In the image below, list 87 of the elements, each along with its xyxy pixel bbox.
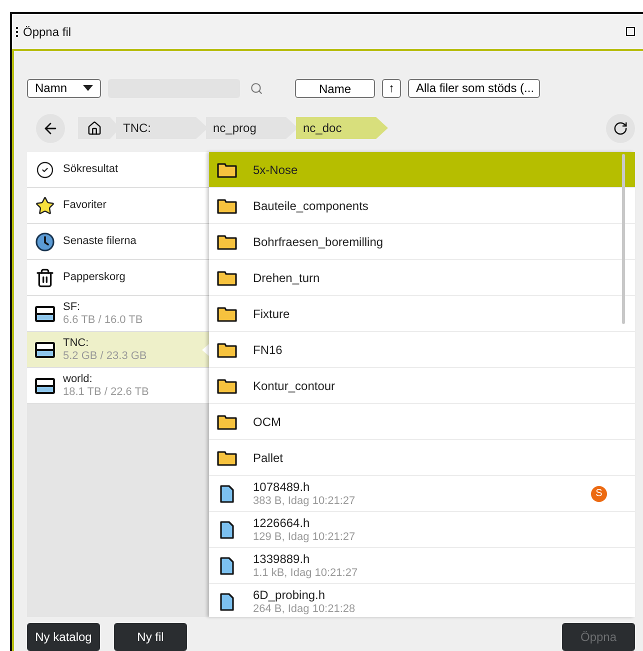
folder-row[interactable]: 5x-Nose (209, 152, 635, 187)
folder-name: OCM (253, 414, 281, 430)
folder-name: Pallet (253, 450, 284, 466)
sidebar-item[interactable]: Sökresultat (27, 152, 209, 188)
sidebar-item[interactable]: Papperskorg (27, 260, 209, 296)
breadcrumb-segment[interactable]: TNC: (116, 117, 208, 139)
folder-name: Bohrfraesen_boremilling (253, 234, 384, 250)
folder-row[interactable]: Kontur_contour (209, 368, 635, 403)
folder-icon (217, 378, 237, 394)
file-details: 383 B, Idag 10:21:27 (253, 494, 356, 508)
sidebar-item[interactable]: Favoriter (27, 188, 209, 224)
window-title: Öppna fil (23, 24, 72, 40)
file-row[interactable]: 1078489.h 383 B, Idag 10:21:27 S (209, 476, 635, 511)
sidebar-label: Favoriter (63, 198, 106, 214)
folder-name: Fixture (253, 306, 290, 322)
folder-name: Kontur_contour (253, 378, 336, 394)
drive-name: TNC: (63, 336, 90, 350)
sidebar-item[interactable]: SF: 6.6 TB / 16.0 TB (27, 296, 209, 332)
file-icon (220, 484, 234, 502)
folder-icon (217, 162, 237, 178)
refresh-icon (613, 120, 628, 136)
star-icon (35, 194, 55, 216)
folder-icon (217, 306, 237, 322)
folder-icon (217, 270, 237, 286)
folder-name: Drehen_turn (253, 270, 320, 286)
folder-icon (217, 342, 237, 358)
sidebar-item[interactable]: Senaste filerna (27, 224, 209, 260)
folder-row[interactable]: Drehen_turn (209, 260, 635, 295)
folder-row[interactable]: FN16 (209, 332, 635, 367)
drive-icon (35, 306, 55, 322)
file-name: 1226664.h (253, 516, 311, 530)
sort-field-dropdown[interactable]: Namn (27, 78, 101, 98)
file-name: 1078489.h (253, 480, 311, 494)
refresh-button[interactable] (606, 114, 635, 142)
sort-direction-button[interactable]: ↑ (382, 78, 401, 98)
folder-row[interactable]: Bohrfraesen_boremilling (209, 224, 635, 259)
folder-row[interactable]: Fixture (209, 296, 635, 331)
folder-icon (217, 414, 237, 430)
file-icon (220, 520, 234, 538)
back-button[interactable] (36, 114, 65, 142)
folder-icon (217, 450, 237, 466)
breadcrumb-segment[interactable]: nc_prog (206, 117, 298, 139)
drive-name: SF: (63, 300, 82, 314)
file-details: 264 B, Idag 10:21:28 (253, 602, 356, 616)
search-icon[interactable] (250, 82, 263, 94)
action-button[interactable]: Ny katalog (27, 623, 100, 651)
folder-row[interactable]: Bauteile_components (209, 188, 635, 223)
trash-icon (35, 268, 55, 288)
file-name: 1339889.h (253, 552, 311, 566)
file-details: 129 B, Idag 10:21:27 (253, 530, 356, 544)
file-name: 6D_probing.h (253, 588, 326, 602)
file-filter-dropdown[interactable]: Alla filer som stöds (... (408, 78, 540, 98)
drive-name: world: (63, 372, 94, 386)
drive-icon (35, 342, 55, 358)
folder-name: Bauteile_components (253, 198, 368, 214)
drive-usage: 6.6 TB / 16.0 TB (63, 314, 143, 326)
home-icon (87, 120, 102, 136)
sidebar-item[interactable]: TNC: 5.2 GB / 23.3 GB (27, 332, 209, 368)
scrollbar-thumb[interactable] (622, 154, 625, 324)
folder-name: 5x-Nose (253, 162, 298, 178)
sidebar-label: Senaste filerna (63, 234, 136, 250)
drive-icon (35, 378, 55, 394)
drive-usage: 18.1 TB / 22.6 TB (63, 386, 149, 398)
maximize-icon[interactable] (626, 27, 635, 36)
action-button[interactable]: Ny fil (114, 623, 187, 651)
file-row[interactable]: 1339889.h 1.1 kB, Idag 10:21:27 (209, 548, 635, 583)
sidebar-item[interactable]: world: 18.1 TB / 22.6 TB (27, 368, 209, 404)
drag-handle-icon[interactable] (14, 26, 20, 36)
folder-name: FN16 (253, 342, 282, 358)
status-badge: S (591, 486, 607, 502)
folder-row[interactable]: Pallet (209, 440, 635, 475)
caret-icon (83, 85, 93, 91)
file-details: 1.1 kB, Idag 10:21:27 (253, 566, 358, 580)
clock-icon (35, 232, 55, 252)
folder-row[interactable]: OCM (209, 404, 635, 439)
file-icon (220, 556, 234, 574)
file-row[interactable]: 1226664.h 129 B, Idag 10:21:27 (209, 512, 635, 547)
drive-usage: 5.2 GB / 23.3 GB (63, 350, 147, 362)
sort-button[interactable]: Name (295, 78, 375, 98)
folder-icon (217, 234, 237, 250)
folder-icon (217, 198, 237, 214)
sidebar-label: Sökresultat (63, 162, 118, 178)
file-row[interactable]: 6D_probing.h 264 B, Idag 10:21:28 (209, 584, 635, 617)
file-icon (220, 592, 234, 610)
check-circle-icon (36, 160, 54, 178)
sidebar-label: Papperskorg (63, 270, 126, 286)
breadcrumb-segment[interactable]: nc_doc (296, 117, 388, 139)
